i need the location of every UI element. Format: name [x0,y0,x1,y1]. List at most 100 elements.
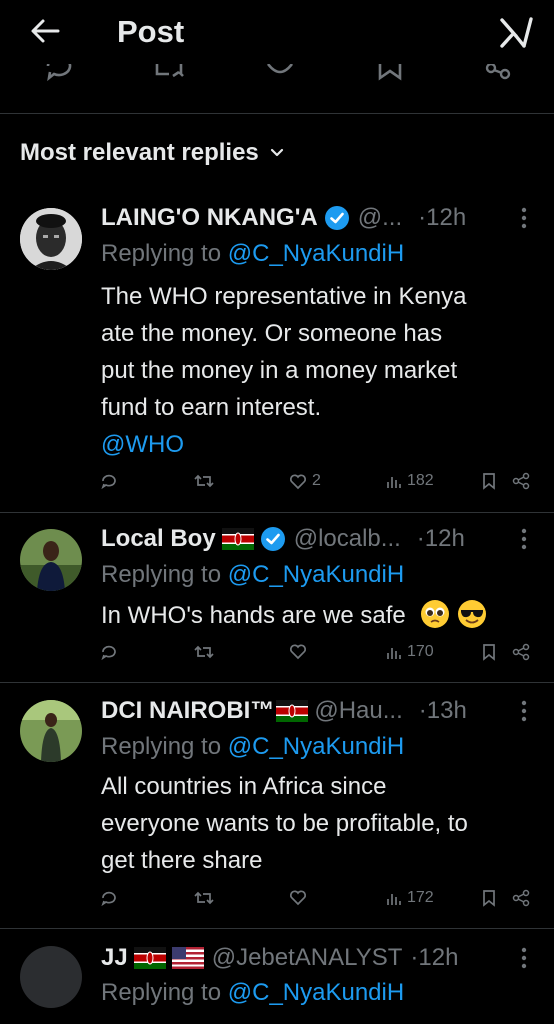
bookmark-button[interactable] [482,643,496,661]
divider [0,113,554,114]
view-count: 170 [407,643,434,660]
reply-button[interactable] [100,472,118,490]
share-icon [512,643,530,661]
replying-to: Replying to @C_NyaKundiH [101,240,405,267]
share-button[interactable] [512,889,530,907]
replying-to: Replying to @C_NyaKundiH [101,979,405,1006]
grok-button[interactable] [498,16,538,56]
repost-button[interactable] [194,889,214,907]
kenya-flag-icon [221,528,254,550]
repost-button[interactable] [194,643,214,661]
grok-icon [500,17,533,48]
reply-action-bar: 172 [0,889,554,919]
bookmark-icon[interactable] [373,64,407,84]
kenya-flag-icon [133,947,166,969]
divider [0,682,554,683]
usa-flag-icon [171,947,204,969]
verified-badge-icon [260,527,285,551]
display-name[interactable]: Local Boy [101,525,216,553]
reply-icon [101,645,116,661]
replying-to: Replying to @C_NyaKundiH [101,561,405,588]
more-vertical-icon [521,700,527,722]
chevron-down-icon [270,148,283,157]
mention-link[interactable]: @C_NyaKundiH [228,561,404,588]
avatar-photo-icon [20,700,82,762]
sunglasses-face-emoji-icon [458,600,487,628]
reply-icon[interactable] [42,64,76,84]
avatar-photo-icon [20,529,82,591]
bookmark-button[interactable] [482,889,496,907]
reply-text: All countries in Africa since everyone w… [101,773,468,874]
share-button[interactable] [512,472,530,490]
avatar[interactable] [20,208,82,270]
like-icon[interactable] [263,64,297,84]
sort-label: Most relevant replies [20,139,259,166]
share-icon [512,889,530,907]
like-button[interactable] [289,643,307,660]
avatar[interactable] [20,529,82,591]
repost-icon[interactable] [151,64,185,84]
avatar[interactable] [20,946,82,1008]
repost-icon [194,474,214,488]
divider [0,928,554,929]
reply-button[interactable] [100,889,118,907]
more-options-button[interactable] [514,201,534,235]
bookmark-icon [483,473,495,490]
reply-button[interactable] [100,643,118,661]
handle: @Hau... [314,697,403,724]
replying-to: Replying to @C_NyaKundiH [101,733,405,760]
bookmark-icon [483,890,495,907]
views-button[interactable]: 172 [386,889,434,907]
heart-icon [290,474,306,489]
mention-link[interactable]: @WHO [101,426,531,463]
bookmark-icon [483,644,495,661]
like-button[interactable]: 2 [289,472,321,490]
reply-action-bar: 2 182 [0,472,554,502]
more-options-button[interactable] [514,941,534,975]
display-name[interactable]: LAING'O NKANG'A [101,204,318,232]
reply-icon [101,891,116,907]
view-count: 182 [407,472,434,489]
heart-icon [290,644,306,660]
display-name[interactable]: DCI NAIROBI™ [101,697,274,725]
heart-icon [290,890,306,906]
more-vertical-icon [521,528,527,550]
more-vertical-icon [521,947,527,969]
share-icon [512,472,530,490]
view-count: 172 [407,889,434,906]
bookmark-button[interactable] [482,472,496,490]
display-name[interactable]: JJ [101,944,128,972]
reply-text: The WHO representative in Kenya ate the … [101,278,531,463]
views-button[interactable]: 182 [386,472,434,490]
verified-badge-icon [324,206,349,230]
views-chart-icon [387,477,401,488]
mention-link[interactable]: @C_NyaKundiH [228,733,404,760]
top-bar: Post [0,0,554,74]
timestamp: 12h [424,525,465,552]
reply-icon [101,474,116,490]
avatar-portrait-icon [20,208,82,270]
like-button[interactable] [289,889,307,906]
repost-icon [194,645,214,659]
mention-link[interactable]: @C_NyaKundiH [228,979,404,1006]
handle: @... [357,204,403,231]
avatar[interactable] [20,700,82,762]
kenya-flag-icon [276,700,309,722]
arrow-left-icon [31,19,60,43]
views-chart-icon [387,648,401,659]
more-options-button[interactable] [514,694,534,728]
page-title: Post [117,14,185,49]
back-button[interactable] [28,14,68,54]
share-button[interactable] [512,643,530,661]
sort-dropdown[interactable]: Most relevant replies [20,136,285,170]
more-options-button[interactable] [514,522,534,556]
mention-link[interactable]: @C_NyaKundiH [228,240,404,267]
more-vertical-icon [521,207,527,229]
pleading-face-emoji-icon [421,600,450,628]
timestamp: 12h [418,944,459,971]
main-post-action-bar [0,64,554,94]
share-icon[interactable] [481,64,515,84]
repost-button[interactable] [194,472,214,490]
views-button[interactable]: 170 [386,643,434,661]
timestamp: 12h [426,204,467,231]
